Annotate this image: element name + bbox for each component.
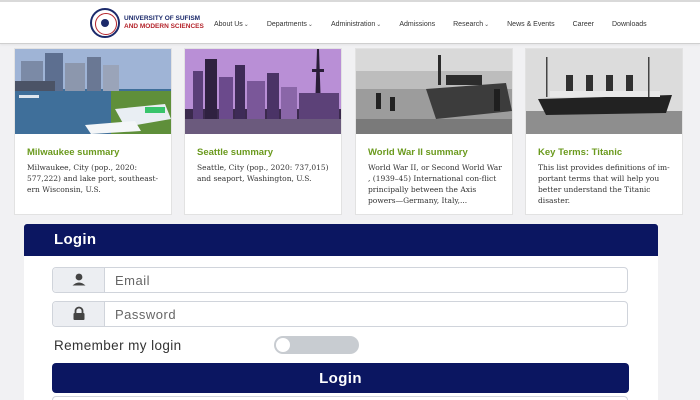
password-addon: [53, 302, 105, 326]
login-panel: Login Remember my login Login: [24, 224, 658, 400]
site-header: UNIVERSITY OF SUFISM AND MODERN SCIENCES…: [0, 0, 700, 44]
main-nav: About Us⌄ Departments⌄ Administration⌄ A…: [214, 2, 665, 46]
remember-login-label: Remember my login: [54, 338, 182, 353]
nav-news-events[interactable]: News & Events: [507, 21, 554, 28]
world-war-ii-photo[interactable]: [356, 49, 512, 134]
chevron-down-icon: ⌄: [376, 21, 382, 28]
nav-label: Administration: [330, 20, 376, 28]
toggle-knob: [276, 338, 290, 352]
chevron-down-icon: ⌄: [484, 21, 490, 28]
card-title[interactable]: World War II summary: [368, 147, 468, 158]
card-title[interactable]: Seattle summary: [197, 147, 273, 158]
email-field-group: [52, 267, 628, 293]
logo-line-1: UNIVERSITY OF SUFISM: [124, 15, 201, 22]
university-seal-icon: [90, 8, 120, 38]
milwaukee-photo[interactable]: [15, 49, 171, 134]
nav-label: Career: [572, 20, 594, 28]
nav-label: Admissions: [399, 20, 436, 28]
nav-label: Departments: [266, 20, 307, 28]
email-input[interactable]: [115, 271, 615, 289]
login-header: Login: [24, 224, 658, 256]
card-description: This list provides definitions of im-por…: [538, 163, 670, 205]
chevron-down-icon: ⌄: [243, 21, 249, 28]
lock-icon: [73, 306, 85, 320]
nav-departments[interactable]: Departments⌄: [267, 21, 313, 28]
login-heading: Login: [54, 231, 97, 248]
university-logo[interactable]: UNIVERSITY OF SUFISM AND MODERN SCIENCES: [90, 7, 204, 39]
user-icon: [72, 273, 86, 286]
nav-label: About Us: [214, 20, 243, 28]
login-button[interactable]: Login: [52, 363, 629, 393]
nav-research[interactable]: Research⌄: [453, 21, 489, 28]
logo-text: UNIVERSITY OF SUFISM AND MODERN SCIENCES: [124, 15, 204, 31]
email-addon: [53, 268, 105, 292]
card-seattle[interactable]: Seattle summary Seattle, City (pop., 202…: [184, 48, 342, 215]
chevron-down-icon: ⌄: [307, 21, 313, 28]
titanic-photo[interactable]: [526, 49, 682, 134]
next-field-edge: [52, 396, 628, 400]
nav-about-us[interactable]: About Us⌄: [214, 21, 249, 28]
logo-line-2: AND MODERN SCIENCES: [124, 23, 204, 30]
nav-label: Research: [453, 20, 484, 28]
card-title[interactable]: Milwaukee summary: [27, 147, 119, 158]
nav-admissions[interactable]: Admissions: [399, 21, 435, 28]
seattle-photo[interactable]: [185, 49, 341, 134]
password-field-group: [52, 301, 628, 327]
card-title[interactable]: Key Terms: Titanic: [538, 147, 622, 158]
password-input[interactable]: [115, 305, 615, 323]
card-description: World War II, or Second World War , (193…: [368, 163, 502, 205]
nav-administration[interactable]: Administration⌄: [331, 21, 381, 28]
card-milwaukee[interactable]: Milwaukee summary Milwaukee, City (pop.,…: [14, 48, 172, 215]
nav-label: Downloads: [612, 20, 647, 28]
nav-career[interactable]: Career: [573, 21, 594, 28]
nav-label: News & Events: [507, 20, 555, 28]
card-world-war-ii[interactable]: World War II summary World War II, or Se…: [355, 48, 513, 215]
card-titanic[interactable]: Key Terms: Titanic This list provides de…: [525, 48, 683, 215]
nav-downloads[interactable]: Downloads: [612, 21, 647, 28]
card-description: Milwaukee, City (pop., 2020: 577,222) an…: [27, 163, 159, 194]
remember-login-toggle[interactable]: [274, 336, 359, 354]
card-description: Seattle, City (pop., 2020: 737,015) and …: [197, 163, 329, 183]
